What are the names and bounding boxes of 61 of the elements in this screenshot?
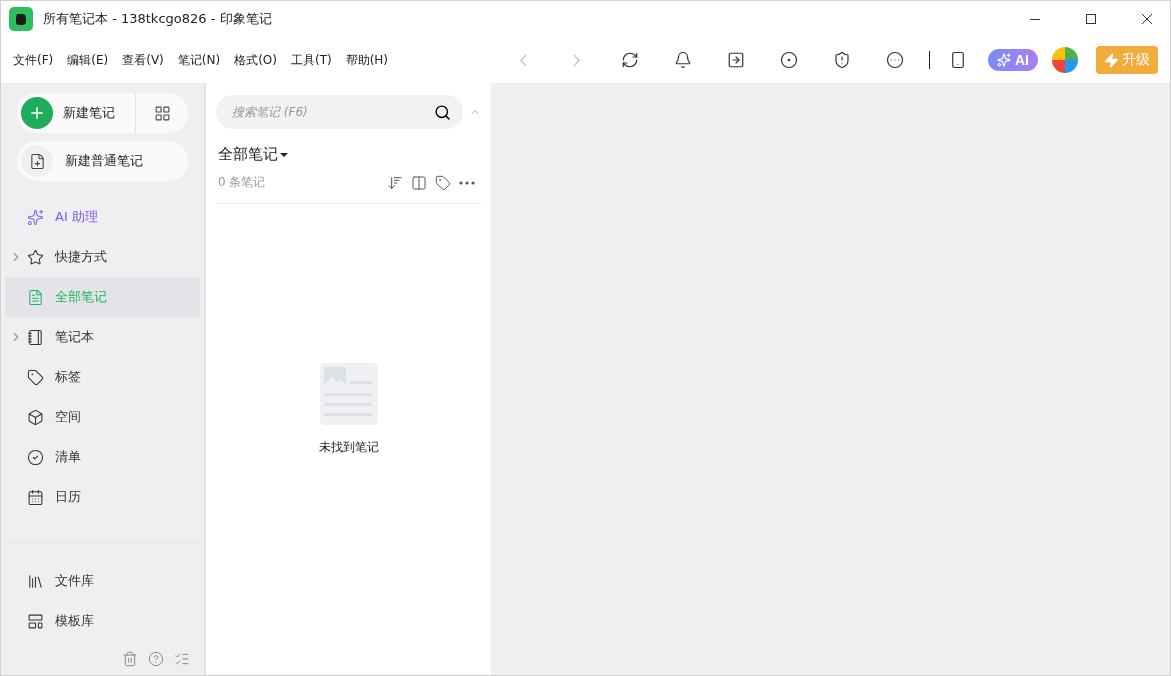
- menu-item[interactable]: 笔记(N): [177, 51, 221, 69]
- share-icon: [726, 51, 745, 69]
- list-icon[interactable]: [174, 651, 190, 667]
- window-title: 所有笔记本 - 138tkcgo826 - 印象笔记: [43, 10, 273, 28]
- plus-sign-icon: [28, 104, 46, 122]
- sidebar-item[interactable]: 空间: [5, 397, 200, 437]
- check-circle-icon: [27, 448, 44, 466]
- columns-icon: [411, 174, 427, 191]
- empty-message: 未找到笔记: [318, 439, 379, 456]
- sparkle-icon: [997, 53, 1011, 67]
- sidebar-item[interactable]: 清单: [5, 437, 200, 477]
- sort-icon: [387, 174, 403, 191]
- sidebar-item[interactable]: AI 助理: [5, 197, 200, 237]
- sparkle-icon: [27, 208, 44, 226]
- menu-item[interactable]: 文件(F): [13, 51, 54, 69]
- tag-icon: [27, 368, 44, 386]
- lightning-icon: [1104, 52, 1119, 68]
- sidebar-item[interactable]: 标签: [5, 357, 200, 397]
- chevron-right-icon: [573, 53, 580, 67]
- menu-item[interactable]: 帮助(H): [345, 51, 389, 69]
- new-plain-note-button[interactable]: 新建普通笔记: [17, 141, 188, 181]
- menu-item[interactable]: 编辑(E): [67, 51, 109, 69]
- note-icon: [27, 288, 44, 306]
- notebook-icon: [27, 328, 44, 346]
- library-icon: [27, 572, 44, 590]
- search-icon[interactable]: [434, 103, 451, 121]
- sidebar-item[interactable]: 模板库: [5, 601, 200, 641]
- trash-icon[interactable]: [122, 651, 138, 667]
- template-icon: [27, 612, 44, 630]
- grid-icon: [153, 104, 171, 122]
- bell-icon: [673, 51, 692, 69]
- menu-item[interactable]: 格式(O): [234, 51, 277, 69]
- sidebar-item[interactable]: 笔记本: [5, 317, 200, 357]
- chevron-left-icon: [520, 53, 527, 67]
- target-icon: [779, 51, 798, 69]
- file-plus-icon: [28, 152, 46, 170]
- cube-icon: [27, 408, 44, 426]
- sidebar-item[interactable]: 快捷方式: [5, 237, 200, 277]
- help-icon[interactable]: [148, 651, 164, 667]
- empty-note-drawing: [319, 363, 378, 425]
- search-box[interactable]: 搜索笔记 (F6): [216, 95, 463, 129]
- tag-icon: [435, 174, 451, 191]
- close-icon: [1142, 14, 1152, 24]
- sidebar-item[interactable]: 文件库: [5, 561, 200, 601]
- sync-icon: [620, 51, 639, 69]
- app-logo: [9, 7, 33, 31]
- menu-item[interactable]: 工具(T): [290, 51, 332, 69]
- menu-item[interactable]: 查看(V): [122, 51, 164, 69]
- sidebar-item[interactable]: 日历: [5, 477, 200, 517]
- search-field[interactable]: 搜索笔记 (F6): [230, 104, 434, 120]
- note-count: 0 条笔记: [218, 174, 267, 191]
- maximize-icon: [1086, 14, 1096, 24]
- more-icon: [459, 180, 475, 185]
- more-icon: [885, 51, 904, 69]
- avatar[interactable]: [1052, 47, 1078, 73]
- shield-icon: [832, 51, 851, 69]
- notes-heading-dropdown[interactable]: 全部笔记: [216, 145, 288, 164]
- star-icon: [27, 248, 44, 266]
- minimize-icon: [1030, 18, 1040, 20]
- phone-icon: [949, 51, 967, 69]
- calendar-icon: [27, 488, 44, 506]
